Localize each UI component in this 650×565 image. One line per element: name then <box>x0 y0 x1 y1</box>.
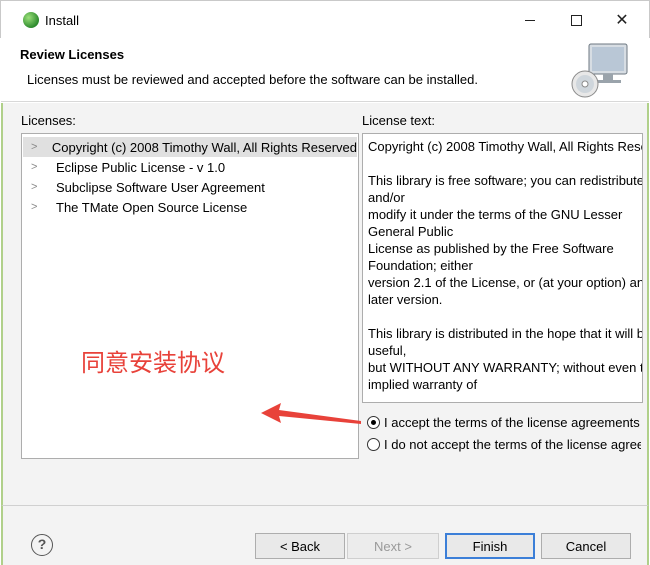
license-item[interactable]: > The TMate Open Source License <box>23 197 357 217</box>
finish-button[interactable]: Finish <box>445 533 535 559</box>
wizard-header: Review Licenses Licenses must be reviewe… <box>1 38 649 102</box>
minimize-button[interactable] <box>507 7 553 33</box>
page-description: Licenses must be reviewed and accepted b… <box>27 72 478 87</box>
help-button[interactable]: ? <box>31 534 53 556</box>
next-button[interactable]: Next > <box>347 533 439 559</box>
expand-chevron-icon[interactable]: > <box>31 161 45 173</box>
license-text-content: Copyright (c) 2008 Timothy Wall, All Rig… <box>368 139 643 392</box>
wizard-footer: ? < Back Next > Finish Cancel <box>1 505 649 565</box>
expand-chevron-icon[interactable]: > <box>31 201 45 213</box>
licenses-panel: Licenses: License text: > Copyright (c) 2… <box>1 103 649 505</box>
annotation-arrow-icon <box>261 403 361 424</box>
radio-unselected-icon[interactable] <box>367 438 380 451</box>
title-bar: Install ✕ <box>0 0 650 38</box>
expand-chevron-icon[interactable]: > <box>31 141 41 153</box>
minimize-icon <box>525 19 535 21</box>
cancel-button[interactable]: Cancel <box>541 533 631 559</box>
maximize-button[interactable] <box>553 7 599 33</box>
page-title: Review Licenses <box>20 47 125 62</box>
decline-radio[interactable]: I do not accept the terms of the license… <box>367 437 641 452</box>
back-button[interactable]: < Back <box>255 533 345 559</box>
close-icon: ✕ <box>615 12 629 29</box>
accept-radio[interactable]: I accept the terms of the license agreem… <box>367 415 641 430</box>
window-title: Install <box>45 13 79 28</box>
license-text-label: License text: <box>362 113 435 128</box>
license-text-area[interactable]: Copyright (c) 2008 Timothy Wall, All Rig… <box>362 133 643 403</box>
radio-selected-icon[interactable] <box>367 416 380 429</box>
install-computer-icon <box>571 43 628 98</box>
maximize-icon <box>570 14 582 26</box>
eclipse-icon <box>23 12 39 28</box>
licenses-label: Licenses: <box>21 113 76 128</box>
license-item[interactable]: > Copyright (c) 2008 Timothy Wall, All Ri… <box>23 137 357 157</box>
license-item[interactable]: > Eclipse Public License - v 1.0 <box>23 157 357 177</box>
annotation-text: 同意安装协议 <box>81 349 225 377</box>
close-button[interactable]: ✕ <box>599 7 645 33</box>
expand-chevron-icon[interactable]: > <box>31 181 45 193</box>
license-item[interactable]: > Subclipse Software User Agreement <box>23 177 357 197</box>
